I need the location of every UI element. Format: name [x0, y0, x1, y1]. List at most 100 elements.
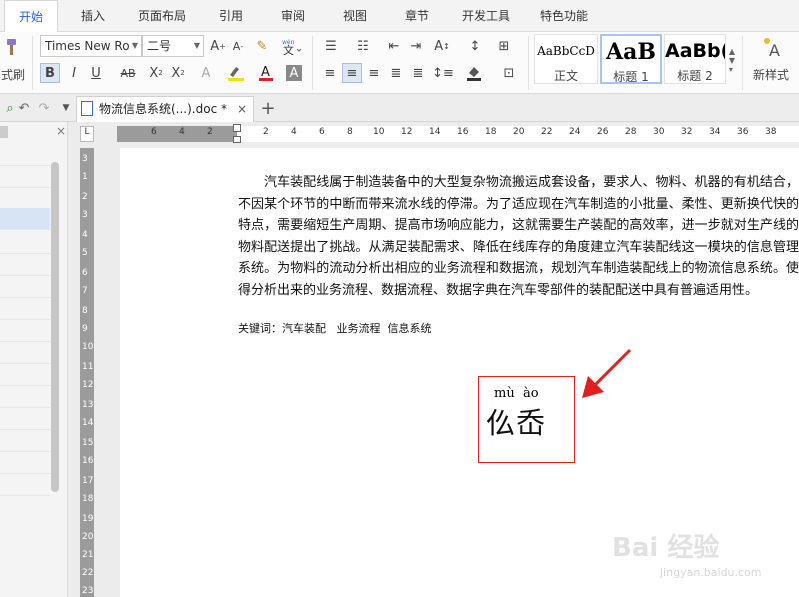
styles-scroll-icon[interactable]: ▲ ▼ ▾ — [726, 36, 738, 84]
ruler-tick-label: 26 — [597, 127, 609, 137]
bullet-list-icon[interactable]: ☰ — [318, 36, 344, 56]
watermark-logo: Bai 经验 — [612, 533, 720, 563]
ruler-tick-label: 4 — [179, 127, 185, 137]
phonetic-guide-characters[interactable]: 仫岙 — [486, 400, 546, 442]
tab-references[interactable]: 引用 — [208, 0, 254, 32]
document-tab-bar: ⌕ ↶ ↷ ▼ 物流信息系统(...).doc * × + — [0, 94, 799, 122]
list-item-selected[interactable] — [0, 208, 50, 230]
tab-page-layout[interactable]: 页面布局 — [128, 0, 196, 32]
list-item[interactable] — [0, 188, 50, 210]
italic-button[interactable]: I — [64, 63, 84, 83]
pinyin-annotation[interactable]: mù ào — [494, 386, 539, 401]
tab-features[interactable]: 特色功能 — [530, 0, 598, 32]
quick-access-dropdown-icon[interactable]: ▼ — [56, 98, 76, 118]
list-item[interactable] — [0, 430, 50, 452]
document-tab-title: 物流信息系统(...).doc * — [99, 102, 227, 116]
underline-button[interactable]: U — [86, 63, 106, 83]
document-tab[interactable]: 物流信息系统(...).doc * × — [76, 96, 254, 122]
grow-font-icon[interactable]: A + — [208, 36, 228, 56]
line-spacing-icon[interactable]: ↕≡ — [430, 63, 456, 83]
font-color-icon[interactable]: A — [256, 63, 276, 83]
list-item[interactable] — [0, 144, 50, 166]
ruler-tick-label: 2 — [263, 127, 269, 137]
svg-text:A: A — [261, 65, 270, 80]
subscript-button[interactable]: X2 — [168, 63, 188, 83]
abstract-paragraph[interactable]: 汽车装配线属于制造装备中的大型复杂物流搬运成套设备，要求人、物料、机器的有机结合… — [238, 172, 799, 301]
list-item[interactable] — [0, 364, 50, 386]
list-item[interactable] — [0, 342, 50, 364]
distributed-icon[interactable]: ≣ — [408, 63, 428, 83]
new-style-icon[interactable]: A — [752, 34, 792, 60]
vertical-ruler[interactable]: 3 1 2 3 4 5 6 7 8 9 10 11 12 13 14 15 16… — [80, 148, 94, 597]
bold-button[interactable]: B — [40, 63, 60, 83]
tab-insert[interactable]: 插入 — [70, 0, 116, 32]
borders-icon[interactable]: ⊡ — [496, 63, 522, 83]
list-item[interactable] — [0, 298, 50, 320]
undo-icon[interactable]: ↶ — [14, 98, 34, 118]
align-center-icon[interactable]: ≡ — [342, 63, 362, 83]
style-normal[interactable]: AaBbCcD 正文 — [534, 34, 598, 84]
redo-icon[interactable]: ↷ — [34, 98, 54, 118]
ruler-tick-label: 18 — [485, 127, 497, 137]
ruler-corner-tab-selector[interactable]: L — [80, 126, 94, 142]
align-right-icon[interactable]: ≡ — [364, 63, 384, 83]
pane-scrollbar[interactable] — [51, 162, 59, 492]
strikethrough-button[interactable]: AB — [114, 63, 142, 83]
close-pane-icon[interactable]: × — [56, 124, 66, 138]
list-item[interactable] — [0, 254, 50, 276]
increase-indent-icon[interactable]: ⇥ — [406, 36, 426, 56]
tab-section[interactable]: 章节 — [394, 0, 440, 32]
sort-icon[interactable]: ↕ — [462, 36, 488, 56]
align-left-icon[interactable]: ≡ — [320, 63, 340, 83]
tab-developer[interactable]: 开发工具 — [452, 0, 520, 32]
tab-home[interactable]: 开始 — [4, 0, 58, 33]
list-item[interactable] — [0, 166, 50, 188]
list-item[interactable] — [0, 320, 50, 342]
font-size-select[interactable]: 二号 ▼ — [142, 35, 204, 57]
format-painter-button[interactable]: 式刷 — [0, 64, 26, 84]
style-sample: AaBbCcD — [537, 44, 595, 58]
font-name-select[interactable]: Times New Ro ▼ — [40, 35, 142, 57]
style-label: 标题 2 — [677, 69, 713, 83]
highlight-icon[interactable] — [224, 63, 248, 83]
close-tab-icon[interactable]: × — [237, 97, 247, 121]
list-item[interactable] — [0, 452, 50, 474]
ruler-tick-label: 6 — [151, 127, 157, 137]
char-shading-icon[interactable]: A — [286, 65, 302, 81]
list-item[interactable] — [0, 408, 50, 430]
tab-view[interactable]: 视图 — [332, 0, 378, 32]
new-tab-button[interactable]: + — [258, 97, 278, 119]
justify-icon[interactable]: ≣ — [386, 63, 406, 83]
keywords-line[interactable]: 关键词：汽车装配 业务流程 信息系统 — [238, 320, 431, 336]
numbered-list-icon[interactable]: ☷ — [350, 36, 376, 56]
first-line-indent-marker[interactable] — [233, 124, 241, 132]
ruler-tick-label: 24 — [569, 127, 581, 137]
format-painter-icon[interactable] — [0, 36, 20, 58]
style-heading-2[interactable]: AaBb( 标题 2 — [664, 34, 726, 84]
list-item[interactable] — [0, 474, 50, 496]
tab-review[interactable]: 审阅 — [270, 0, 316, 32]
horizontal-ruler[interactable]: 6 4 2 2 4 6 8 10 12 14 16 18 20 22 24 26… — [117, 124, 799, 143]
shrink-font-icon[interactable]: A- — [228, 36, 248, 56]
left-indent-marker[interactable] — [233, 136, 241, 143]
clear-format-icon[interactable]: ✎ — [252, 36, 272, 56]
list-item[interactable] — [0, 386, 50, 408]
phonetic-guide-icon[interactable]: wén 文 — [276, 36, 306, 56]
superscript-button[interactable]: X2 — [146, 63, 166, 83]
list-item[interactable] — [0, 232, 50, 254]
ruler-tick-label: 4 — [82, 230, 88, 240]
list-item[interactable] — [0, 276, 50, 298]
document-icon — [81, 101, 93, 116]
menu-bar: 开始 插入 页面布局 引用 审阅 视图 章节 开发工具 特色功能 — [0, 0, 799, 33]
ruler-tick-label: 28 — [625, 127, 637, 137]
new-style-button[interactable]: 新样式 — [746, 64, 796, 84]
ruler-tick-label: 20 — [82, 532, 94, 542]
style-heading-1[interactable]: AaB 标题 1 — [600, 34, 662, 84]
table-icon[interactable]: ⊞ — [494, 36, 514, 56]
text-direction-icon[interactable]: A ↕ — [428, 36, 456, 56]
ruler-tick-label: 2 — [82, 192, 88, 202]
ruler-tick-label: 19 — [82, 514, 94, 524]
shading-fill-icon[interactable] — [462, 63, 490, 83]
text-effect-icon[interactable]: A — [196, 63, 216, 83]
decrease-indent-icon[interactable]: ⇤ — [384, 36, 404, 56]
